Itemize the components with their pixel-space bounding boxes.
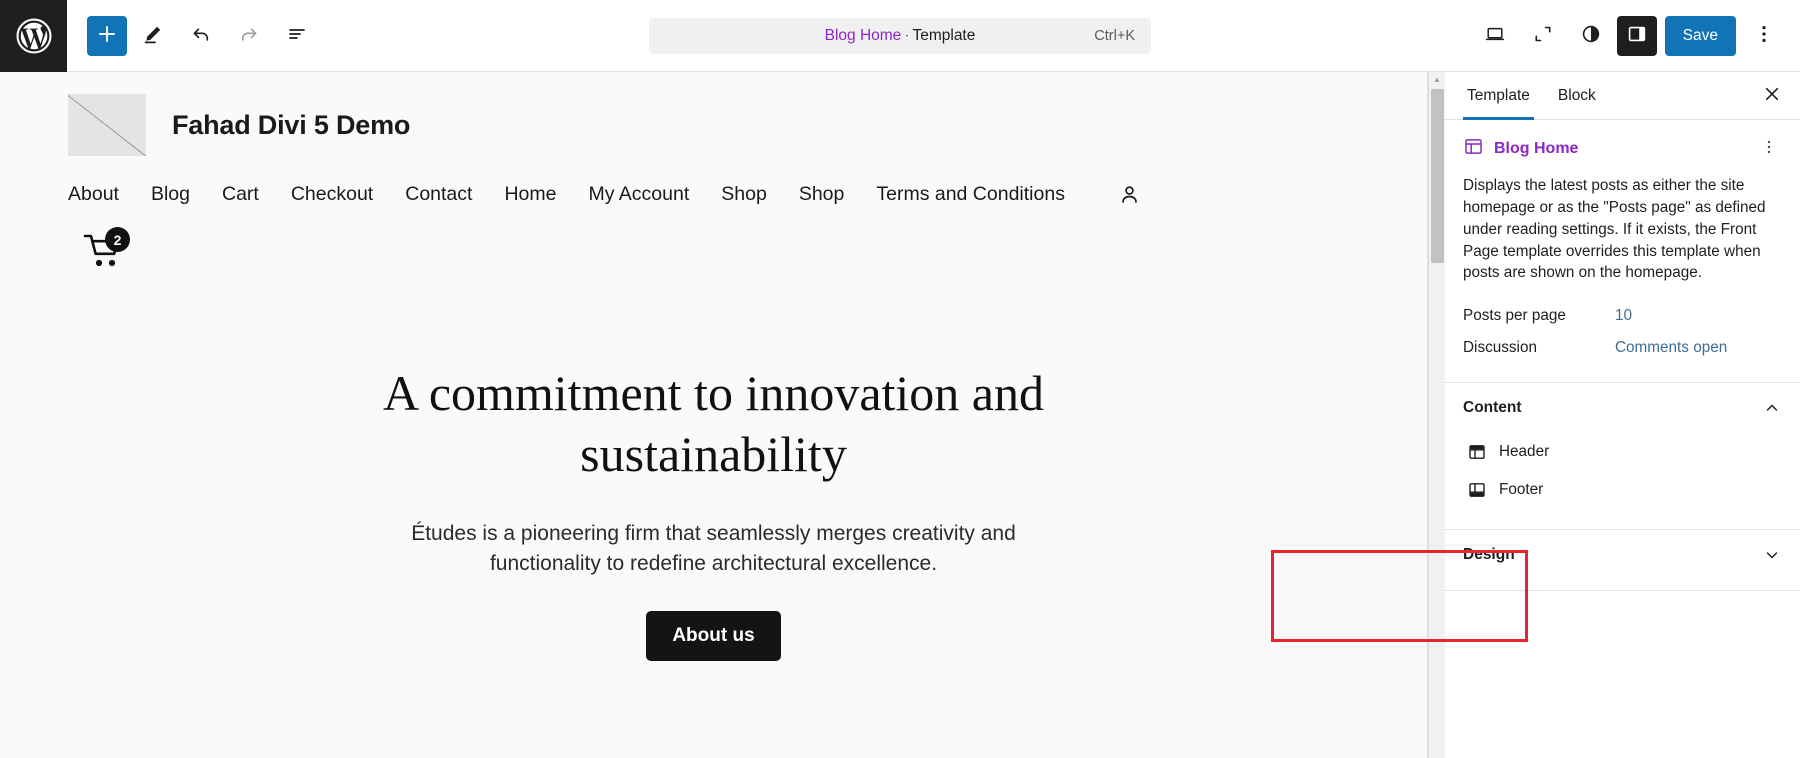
- close-sidebar-button[interactable]: [1752, 76, 1792, 116]
- tab-block[interactable]: Block: [1544, 72, 1610, 120]
- content-item-footer[interactable]: Footer: [1457, 471, 1788, 509]
- site-navigation: About Blog Cart Checkout Contact Home My…: [68, 182, 1359, 207]
- setting-posts-per-page: Posts per page 10: [1463, 300, 1782, 332]
- content-item-label: Header: [1499, 443, 1549, 461]
- shopping-cart-icon[interactable]: 2: [82, 229, 128, 271]
- contrast-circle-icon: [1579, 22, 1603, 49]
- kebab-menu-icon: [1752, 22, 1776, 49]
- nav-item-terms-and-conditions[interactable]: Terms and Conditions: [876, 183, 1065, 206]
- setting-label: Discussion: [1463, 339, 1615, 357]
- wordpress-site-editor: Blog Home·Template Ctrl+K: [0, 0, 1800, 758]
- hero-paragraph: Études is a pioneering firm that seamles…: [369, 519, 1059, 579]
- content-item-header[interactable]: Header: [1457, 433, 1788, 471]
- wordpress-logo-button[interactable]: [0, 0, 67, 72]
- redo-arrow-icon: [237, 22, 261, 49]
- pencil-icon: [141, 22, 165, 49]
- scrollbar-thumb[interactable]: [1431, 89, 1444, 263]
- design-section-title: Design: [1463, 546, 1515, 564]
- undo-button[interactable]: [179, 14, 223, 58]
- content-section-title: Content: [1463, 399, 1522, 417]
- nav-item-my-account[interactable]: My Account: [588, 183, 689, 206]
- nav-item-about[interactable]: About: [68, 183, 119, 206]
- list-view-icon: [285, 22, 309, 49]
- nav-item-contact[interactable]: Contact: [405, 183, 472, 206]
- settings-sidebar: Template Block: [1445, 72, 1800, 758]
- expand-corners-icon: [1531, 22, 1555, 49]
- add-block-button[interactable]: [87, 16, 127, 56]
- template-layout-icon: [1463, 136, 1484, 162]
- styles-button[interactable]: [1569, 14, 1613, 58]
- chevron-up-icon: [1762, 398, 1782, 418]
- footer-layout-icon: [1467, 480, 1487, 500]
- canvas-scrollbar[interactable]: ▲: [1428, 72, 1445, 758]
- hero-heading: A commitment to innovation and sustainab…: [354, 363, 1074, 485]
- nav-item-shop[interactable]: Shop: [721, 183, 767, 206]
- setting-value[interactable]: 10: [1615, 307, 1632, 325]
- laptop-icon: [1483, 22, 1507, 49]
- site-title: Fahad Divi 5 Demo: [172, 110, 410, 141]
- about-us-button[interactable]: About us: [646, 611, 780, 661]
- divider: [1445, 590, 1800, 591]
- image-placeholder-icon[interactable]: [68, 94, 146, 156]
- editor-options-button[interactable]: [1742, 14, 1786, 58]
- setting-discussion: Discussion Comments open: [1463, 332, 1782, 364]
- toolbar-right-group: Save: [1473, 14, 1800, 58]
- nav-item-cart[interactable]: Cart: [222, 183, 259, 206]
- header-layout-icon: [1467, 442, 1487, 462]
- undo-arrow-icon: [189, 22, 213, 49]
- save-button[interactable]: Save: [1665, 16, 1736, 56]
- device-preview-button[interactable]: [1473, 14, 1517, 58]
- command-template-name: Blog Home: [825, 27, 902, 44]
- redo-button[interactable]: [227, 14, 271, 58]
- setting-value[interactable]: Comments open: [1615, 339, 1727, 357]
- brand-row: Fahad Divi 5 Demo: [68, 94, 1359, 156]
- content-section-header[interactable]: Content: [1445, 383, 1800, 433]
- person-icon[interactable]: [1117, 182, 1142, 207]
- template-header: Blog Home: [1445, 120, 1800, 167]
- kebab-menu-icon: [1760, 138, 1778, 159]
- settings-sidebar-toggle[interactable]: [1617, 16, 1657, 56]
- sidebar-content: Blog Home Displays the latest posts as e…: [1445, 120, 1800, 758]
- list-view-button[interactable]: [275, 14, 319, 58]
- command-shortcut-hint: Ctrl+K: [1094, 28, 1135, 44]
- edit-tool-button[interactable]: [131, 14, 175, 58]
- cart-row: 2: [68, 229, 1359, 271]
- template-settings-list: Posts per page 10 Discussion Comments op…: [1445, 284, 1800, 372]
- hero-section: A commitment to innovation and sustainab…: [68, 363, 1359, 661]
- zoom-out-button[interactable]: [1521, 14, 1565, 58]
- cart-count-badge: 2: [105, 227, 130, 252]
- close-x-icon: [1761, 83, 1783, 108]
- editor-toolbar: Blog Home·Template Ctrl+K: [0, 0, 1800, 72]
- wordpress-logo-icon: [15, 17, 53, 55]
- command-bar-label: Blog Home·Template: [825, 27, 976, 45]
- editor-body: Fahad Divi 5 Demo About Blog Cart Checko…: [0, 72, 1800, 758]
- content-items-list: Header Footer: [1445, 433, 1800, 519]
- nav-item-shop-2[interactable]: Shop: [799, 183, 845, 206]
- nav-item-home[interactable]: Home: [504, 183, 556, 206]
- tab-template[interactable]: Template: [1453, 72, 1544, 120]
- design-section-header[interactable]: Design: [1445, 530, 1800, 580]
- nav-item-blog[interactable]: Blog: [151, 183, 190, 206]
- command-separator: ·: [901, 27, 912, 44]
- content-item-label: Footer: [1499, 481, 1543, 499]
- template-actions-button[interactable]: [1756, 134, 1782, 163]
- site-header-block[interactable]: Fahad Divi 5 Demo About Blog Cart Checko…: [68, 72, 1359, 271]
- editor-canvas[interactable]: Fahad Divi 5 Demo About Blog Cart Checko…: [0, 72, 1428, 758]
- setting-label: Posts per page: [1463, 307, 1615, 325]
- template-name: Blog Home: [1494, 140, 1578, 158]
- template-description: Displays the latest posts as either the …: [1445, 167, 1800, 284]
- nav-item-checkout[interactable]: Checkout: [291, 183, 373, 206]
- command-bar[interactable]: Blog Home·Template Ctrl+K: [649, 18, 1151, 54]
- toolbar-left-group: [67, 14, 319, 58]
- scroll-up-arrow-icon[interactable]: ▲: [1429, 75, 1445, 84]
- sidebar-panel-icon: [1625, 22, 1649, 49]
- sidebar-tabs: Template Block: [1445, 72, 1800, 120]
- chevron-down-icon: [1762, 545, 1782, 565]
- plus-icon: [95, 22, 119, 49]
- command-type: Template: [912, 27, 975, 44]
